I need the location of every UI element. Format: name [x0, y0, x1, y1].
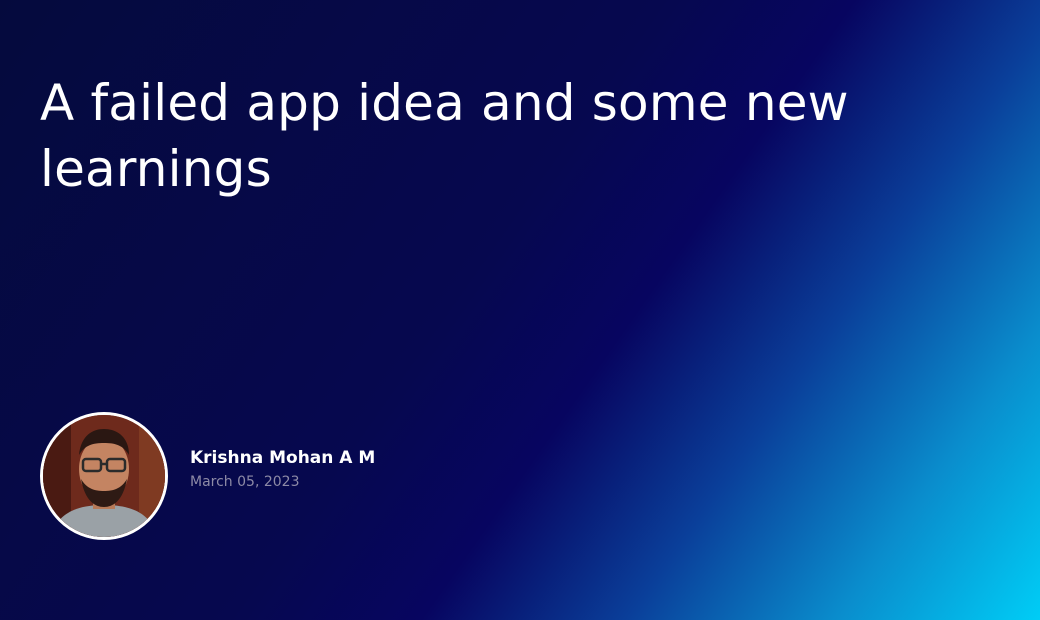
author-avatar — [40, 412, 168, 540]
author-photo-icon — [43, 415, 165, 537]
blog-cover-card: A failed app idea and some new learnings… — [0, 0, 1040, 620]
author-meta: Krishna Mohan A M March 05, 2023 — [190, 447, 375, 491]
author-name: Krishna Mohan A M — [190, 448, 376, 468]
author-block: Krishna Mohan A M March 05, 2023 — [40, 412, 375, 540]
post-date: March 05, 2023 — [190, 474, 300, 490]
post-title: A failed app idea and some new learnings — [40, 74, 849, 198]
